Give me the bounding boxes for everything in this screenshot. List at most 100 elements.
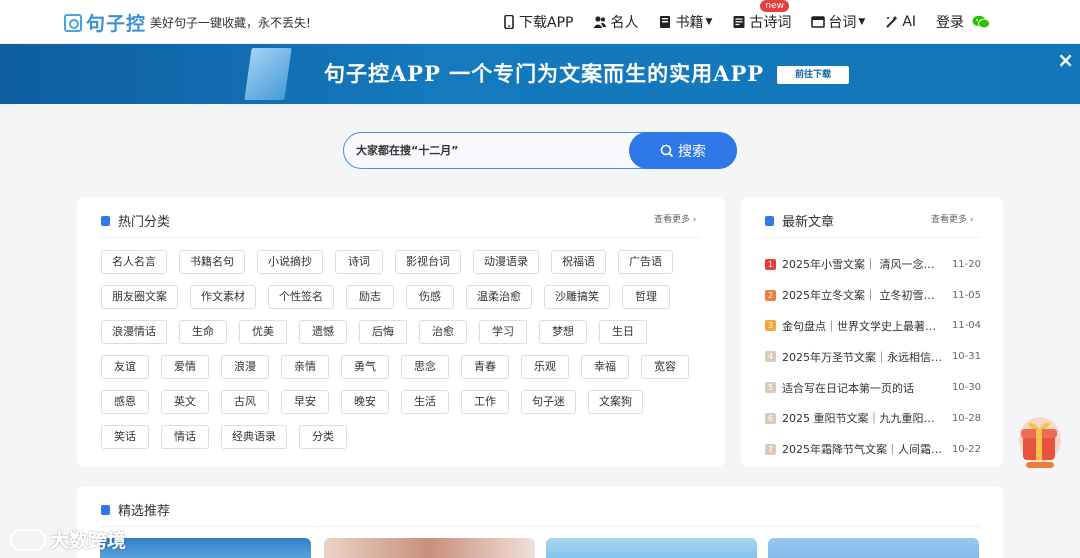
divider — [765, 237, 979, 238]
people-icon — [593, 16, 607, 28]
category-tag[interactable]: 青春 — [461, 355, 509, 379]
search-button[interactable]: 搜索 — [629, 132, 737, 169]
category-tag[interactable]: 友谊 — [101, 355, 149, 379]
app-download-banner[interactable]: 句子控APP 一个专门为文案而生的实用APP 前往下载 × — [0, 44, 1080, 104]
card-header: 热门分类 — [101, 211, 170, 230]
search-bar: 搜索 — [343, 132, 737, 169]
category-tag[interactable]: 生命 — [179, 320, 227, 344]
category-tag[interactable]: 个性签名 — [268, 285, 334, 309]
tag-list: 名人名言 书籍名句 小说摘抄 诗词 影视台词 动漫语录 祝福语 广告语朋友圈文案 作文素材 个性签… — [101, 250, 701, 460]
category-tag[interactable]: 遗憾 — [299, 320, 347, 344]
view-more-link[interactable]: 查看更多 › — [654, 212, 696, 225]
category-tag[interactable]: 小说摘抄 — [257, 250, 323, 274]
article-item[interactable]: 2 2025年立冬文案｜ 立冬初雪落… 11-05 — [765, 280, 981, 311]
top-header: 句子控 美好句子一键收藏，永不丢失! 下载APP 名人 书籍 ▼ 古诗词 new… — [0, 0, 1080, 44]
category-tag[interactable]: 优美 — [239, 320, 287, 344]
category-tag[interactable]: 治愈 — [419, 320, 467, 344]
view-more-link[interactable]: 查看更多 › — [931, 212, 973, 225]
rank-badge: 1 — [765, 258, 776, 270]
article-item[interactable]: 7 2025年霜降节气文案｜人间霜… 10-22 — [765, 434, 981, 465]
nav-classical-poems[interactable]: 古诗词 new — [732, 0, 791, 32]
nav-celebrity[interactable]: 名人 — [593, 12, 638, 32]
article-item[interactable]: 3 金句盘点｜世界文学史上最著名… 11-04 — [765, 311, 981, 342]
category-tag[interactable]: 学习 — [479, 320, 527, 344]
category-tag[interactable]: 广告语 — [618, 250, 673, 274]
category-tag[interactable]: 晚安 — [341, 390, 389, 414]
gift-icon[interactable] — [1015, 412, 1065, 470]
category-tag[interactable]: 幸福 — [581, 355, 629, 379]
category-tag[interactable]: 文案狗 — [588, 390, 643, 414]
category-tag[interactable]: 句子迷 — [521, 390, 576, 414]
chevron-down-icon: ▼ — [858, 17, 866, 27]
article-title: 2025年霜降节气文案｜人间霜… — [782, 443, 942, 457]
category-tag[interactable]: 梦想 — [539, 320, 587, 344]
category-tag[interactable]: 感恩 — [101, 390, 149, 414]
category-tag[interactable]: 英文 — [161, 390, 209, 414]
category-tag[interactable]: 乐观 — [521, 355, 569, 379]
rank-badge: 4 — [765, 351, 776, 363]
category-tag[interactable]: 书籍名句 — [179, 250, 245, 274]
logo-text: 句子控 — [86, 13, 147, 35]
category-tag[interactable]: 宽容 — [641, 355, 689, 379]
category-tag[interactable]: 浪漫 — [221, 355, 269, 379]
category-tag[interactable]: 诗词 — [335, 250, 383, 274]
category-tag[interactable]: 工作 — [461, 390, 509, 414]
featured-card: 精选推荐 — [77, 486, 1003, 558]
search-input[interactable] — [356, 133, 626, 168]
category-tag[interactable]: 爱情 — [161, 355, 209, 379]
category-tag[interactable]: 古风 — [221, 390, 269, 414]
category-tag[interactable]: 动漫语录 — [473, 250, 539, 274]
article-item[interactable]: 5 适合写在日记本第一页的话 10-30 — [765, 372, 981, 403]
category-tag[interactable]: 生日 — [599, 320, 647, 344]
category-tag[interactable]: 朋友圈文案 — [101, 285, 178, 309]
featured-thumbnail[interactable] — [768, 538, 979, 558]
featured-thumbnail[interactable] — [324, 538, 535, 558]
featured-thumbnail[interactable] — [100, 538, 311, 558]
category-tag[interactable]: 经典语录 — [221, 425, 287, 449]
category-tag[interactable]: 励志 — [346, 285, 394, 309]
close-icon[interactable]: × — [1057, 48, 1074, 72]
nav-download-app[interactable]: 下载APP — [502, 12, 573, 32]
category-tag[interactable]: 情话 — [161, 425, 209, 449]
featured-thumbnail[interactable] — [546, 538, 757, 558]
login-link[interactable]: 登录 — [936, 12, 964, 32]
wechat-icon[interactable] — [972, 15, 990, 29]
category-tag[interactable]: 分类 — [299, 425, 347, 449]
category-tag[interactable]: 影视台词 — [395, 250, 461, 274]
category-tag[interactable]: 哲理 — [622, 285, 670, 309]
category-tag[interactable]: 伤感 — [406, 285, 454, 309]
category-tag[interactable]: 亲情 — [281, 355, 329, 379]
category-tag[interactable]: 笑话 — [101, 425, 149, 449]
category-tag[interactable]: 祝福语 — [551, 250, 606, 274]
category-tag[interactable]: 浪漫情话 — [101, 320, 167, 344]
category-tag[interactable]: 早安 — [281, 390, 329, 414]
banner-download-button[interactable]: 前往下载 — [777, 66, 849, 84]
article-item[interactable]: 4 2025年万圣节文案｜永远相信 … 10-31 — [765, 341, 981, 372]
site-slogan: 美好句子一键收藏，永不丢失! — [150, 16, 311, 30]
article-title: 2025 重阳节文案｜九九重阳，… — [782, 412, 944, 426]
watermark-text: 大数跨境 — [50, 530, 127, 552]
category-tag[interactable]: 温柔治愈 — [466, 285, 532, 309]
category-tag[interactable]: 思念 — [401, 355, 449, 379]
rank-badge: 5 — [765, 382, 776, 394]
login-label: 登录 — [936, 15, 965, 31]
chevron-down-icon: ▼ — [705, 17, 713, 27]
category-tag[interactable]: 勇气 — [341, 355, 389, 379]
watermark-logo-icon — [10, 528, 46, 551]
nav-books[interactable]: 书籍 ▼ — [658, 12, 712, 32]
category-tag[interactable]: 沙雕搞笑 — [544, 285, 610, 309]
nav-ai[interactable]: AI — [885, 14, 916, 30]
new-badge: new — [760, 0, 789, 12]
card-title: 精选推荐 — [118, 504, 171, 519]
category-tag[interactable]: 生活 — [401, 390, 449, 414]
category-tag[interactable]: 名人名言 — [101, 250, 167, 274]
article-item[interactable]: 6 2025 重阳节文案｜九九重阳，… 10-28 — [765, 403, 981, 434]
nav-lines[interactable]: 台词 ▼ — [811, 12, 865, 32]
search-icon — [660, 144, 674, 157]
nav-label: 台词 — [828, 15, 857, 31]
category-tag[interactable]: 作文素材 — [190, 285, 256, 309]
site-logo[interactable]: 句子控 美好句子一键收藏，永不丢失! — [64, 9, 311, 36]
featured-icon — [101, 504, 110, 515]
article-item[interactable]: 1 2025年小雪文案｜ 清风一念，… 11-20 — [765, 249, 981, 280]
category-tag[interactable]: 后悔 — [359, 320, 407, 344]
